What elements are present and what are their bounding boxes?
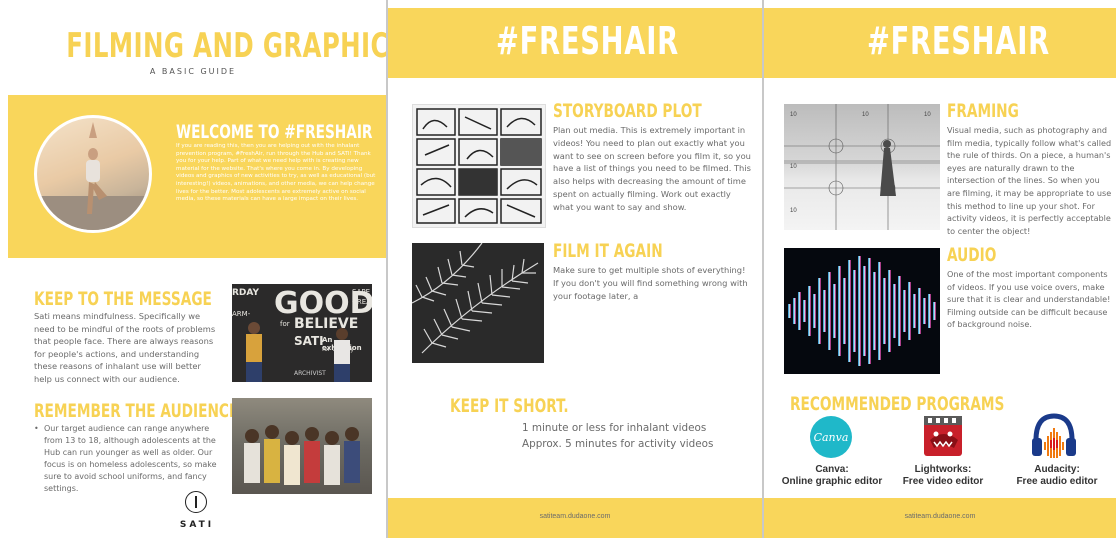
program-desc: Free video editor xyxy=(902,476,984,487)
program-desc: Free audio editor xyxy=(1016,476,1098,487)
page-subtitle: A BASIC GUIDE xyxy=(149,67,237,76)
lightworks-logo-icon xyxy=(922,414,964,458)
welcome-heading: WELCOME TO #FRESHAIR xyxy=(176,121,373,143)
fern-photo xyxy=(412,243,544,363)
storyboard-image xyxy=(412,104,546,228)
short-heading: KEEP IT SHORT. xyxy=(450,395,569,417)
poster-photo: GOOD BELIEVE SATI An exhibition for Char… xyxy=(232,284,372,382)
framing-heading-wrap: FRAMING xyxy=(947,100,1047,122)
grid-label: 10 xyxy=(790,112,797,118)
storyboard-heading: STORYBOARD PLOT xyxy=(553,100,702,122)
framing-photo: 10 10 10 10 10 xyxy=(784,104,940,230)
remember-list: • Our target audience can range anywhere… xyxy=(34,423,226,494)
program-desc: Online graphic editor xyxy=(781,476,883,487)
programs-heading: RECOMMENDED PROGRAMS xyxy=(790,393,1005,415)
program-name: Audacity: xyxy=(1034,464,1080,475)
keep-heading: KEEP TO THE MESSAGE xyxy=(34,288,212,310)
sati-logo-text: SATI xyxy=(179,520,215,530)
page-title: FILMING AND GRAPHICS xyxy=(66,26,386,66)
welcome-body: If you are reading this, then you are he… xyxy=(176,143,376,203)
header-title: #FRESHAIR xyxy=(496,19,679,63)
grid-label: 10 xyxy=(790,208,797,214)
footer-url: satiteam.dudaone.com xyxy=(539,513,611,520)
keep-body: Sati means mindfulness. Specifically we … xyxy=(34,311,216,384)
welcome-heading-wrap: WELCOME TO #FRESHAIR xyxy=(176,121,376,143)
audio-heading-wrap: AUDIO xyxy=(947,244,1016,266)
header-title: #FRESHAIR xyxy=(867,19,1050,63)
short-heading-wrap: KEEP IT SHORT. xyxy=(450,395,615,417)
short-line-1: 1 minute or less for inhalant videos xyxy=(522,422,707,434)
yoga-photo xyxy=(34,115,152,233)
group-photo xyxy=(232,398,372,494)
canva-logo-icon: Canva xyxy=(810,416,852,458)
title-wrap: FILMING AND GRAPHICS xyxy=(0,26,386,66)
program-lightworks: Lightworks: Free video editor xyxy=(890,464,996,488)
framing-body: Visual media, such as photography and fi… xyxy=(947,125,1112,236)
program-audacity: Audacity: Free audio editor xyxy=(1004,464,1110,488)
footer-url: satiteam.dudaone.com xyxy=(904,513,976,520)
welcome-panel: WELCOME TO #FRESHAIR If you are reading … xyxy=(8,95,386,258)
program-canva: Canva: Online graphic editor xyxy=(778,464,886,488)
audio-waveform xyxy=(784,248,940,374)
program-name: Canva: xyxy=(815,464,849,475)
sati-logo-icon xyxy=(185,491,207,513)
canva-logo-text: Canva xyxy=(813,430,849,444)
logo-stroke xyxy=(195,496,197,508)
page-freshair-storyboard: #FRESHAIR STORYBOARD PLOT Plan out media… xyxy=(388,0,762,538)
short-list: 1 minute or less for inhalant videos App… xyxy=(522,420,713,452)
audio-heading: AUDIO xyxy=(947,244,997,266)
page-filming-and-graphics: FILMING AND GRAPHICS A BASIC GUIDE WELCO… xyxy=(0,0,386,538)
grid-label: 10 xyxy=(862,112,869,118)
film-heading-wrap: FILM IT AGAIN xyxy=(553,240,705,262)
bullet: • xyxy=(34,424,39,433)
short-line-2: Approx. 5 minutes for activity videos xyxy=(522,438,714,450)
framing-heading: FRAMING xyxy=(947,100,1019,122)
remember-body: Our target audience can range anywhere f… xyxy=(44,424,217,493)
page-freshair-framing: #FRESHAIR 10 10 10 10 10 FRAMING Visual … xyxy=(764,0,1116,538)
grid-label: 10 xyxy=(790,164,797,170)
storyboard-body: Plan out media. This is extremely import… xyxy=(553,125,751,212)
program-name: Lightworks: xyxy=(914,464,972,475)
film-body: Make sure to get multiple shots of every… xyxy=(553,265,748,301)
header-title-wrap: #FRESHAIR xyxy=(867,19,1116,64)
film-heading: FILM IT AGAIN xyxy=(553,240,663,262)
storyboard-heading-wrap: STORYBOARD PLOT xyxy=(553,100,759,122)
audacity-logo-icon xyxy=(1030,412,1078,460)
header-title-wrap: #FRESHAIR xyxy=(496,19,750,64)
remember-heading: REMEMBER THE AUDIENCE xyxy=(34,400,239,422)
audio-body: One of the most important components of … xyxy=(947,269,1111,330)
grid-label: 10 xyxy=(924,112,931,118)
